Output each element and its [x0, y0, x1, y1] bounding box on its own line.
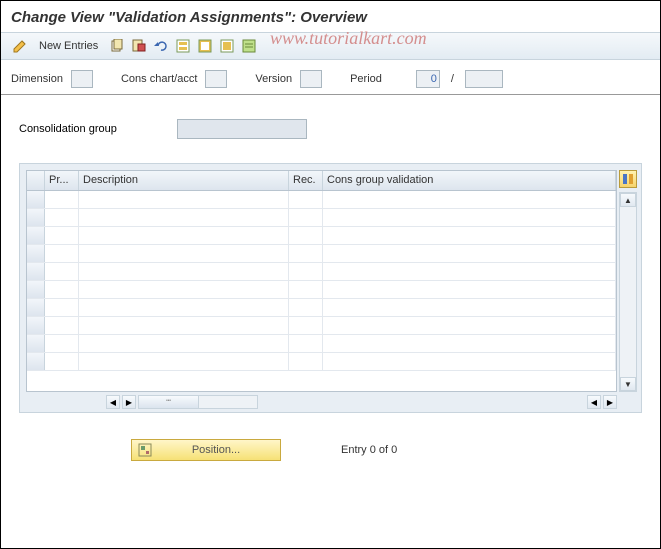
table-row[interactable]	[27, 263, 616, 281]
row-select-header[interactable]	[27, 171, 45, 190]
table-row[interactable]	[27, 299, 616, 317]
position-icon	[138, 443, 152, 457]
period-slash: /	[448, 73, 457, 85]
hscroll-track[interactable]: ┅	[138, 395, 258, 409]
position-button[interactable]: Position...	[131, 439, 281, 461]
table-row[interactable]	[27, 209, 616, 227]
table-row[interactable]	[27, 245, 616, 263]
footer-row: Position... Entry 0 of 0	[1, 413, 660, 461]
hscroll-thumb[interactable]: ┅	[139, 396, 199, 408]
consolidation-group-row: Consolidation group	[1, 95, 660, 149]
position-button-label: Position...	[158, 444, 274, 456]
consolidation-group-input[interactable]	[177, 119, 307, 139]
dimension-label: Dimension	[11, 73, 63, 85]
table-grid: Pr... Description Rec. Cons group valida…	[26, 170, 617, 392]
filter-bar: Dimension Cons chart/acct Version Period…	[1, 60, 660, 95]
cons-chart-input[interactable]	[205, 70, 227, 88]
entry-count-text: Entry 0 of 0	[341, 444, 397, 456]
period-input[interactable]: 0	[416, 70, 440, 88]
period-label: Period	[350, 73, 382, 85]
table-row[interactable]	[27, 317, 616, 335]
col-rec-header[interactable]: Rec.	[289, 171, 323, 190]
copy-delete-icon[interactable]	[130, 37, 148, 55]
table-container: Pr... Description Rec. Cons group valida…	[19, 163, 642, 413]
scroll-first-icon[interactable]: ◀	[106, 395, 120, 409]
scroll-last-icon[interactable]: ▶	[603, 395, 617, 409]
scroll-left-icon[interactable]: ▶	[122, 395, 136, 409]
scroll-down-icon[interactable]: ▼	[620, 377, 636, 391]
col-cgv-header[interactable]: Cons group validation	[323, 171, 616, 190]
cons-chart-label: Cons chart/acct	[121, 73, 197, 85]
dimension-input[interactable]	[71, 70, 93, 88]
table-row[interactable]	[27, 227, 616, 245]
select-all-icon[interactable]	[196, 37, 214, 55]
version-input[interactable]	[300, 70, 322, 88]
select-block-icon[interactable]	[174, 37, 192, 55]
page-title: Change View "Validation Assignments": Ov…	[1, 1, 660, 32]
consolidation-group-label: Consolidation group	[19, 123, 117, 135]
table-row[interactable]	[27, 335, 616, 353]
col-pr-header[interactable]: Pr...	[45, 171, 79, 190]
vertical-scrollbar[interactable]: ▲ ▼	[619, 192, 637, 392]
deselect-all-icon[interactable]	[218, 37, 236, 55]
scroll-up-icon[interactable]: ▲	[620, 193, 636, 207]
period-year-input[interactable]	[465, 70, 503, 88]
table-row[interactable]	[27, 191, 616, 209]
col-description-header[interactable]: Description	[79, 171, 289, 190]
new-entries-button[interactable]: New Entries	[33, 38, 104, 54]
table-config-icon[interactable]	[619, 170, 637, 188]
table-row[interactable]	[27, 353, 616, 371]
table-body	[27, 191, 616, 391]
scroll-right-icon[interactable]: ◀	[587, 395, 601, 409]
copy-icon[interactable]	[108, 37, 126, 55]
version-label: Version	[255, 73, 292, 85]
settings-icon[interactable]	[240, 37, 258, 55]
table-header-row: Pr... Description Rec. Cons group valida…	[27, 171, 616, 191]
pencil-icon[interactable]	[11, 37, 29, 55]
toolbar: New Entries	[1, 32, 660, 60]
undo-icon[interactable]	[152, 37, 170, 55]
table-row[interactable]	[27, 281, 616, 299]
horizontal-scrollbar-row: ◀ ▶ ┅ ◀ ▶	[26, 394, 617, 410]
